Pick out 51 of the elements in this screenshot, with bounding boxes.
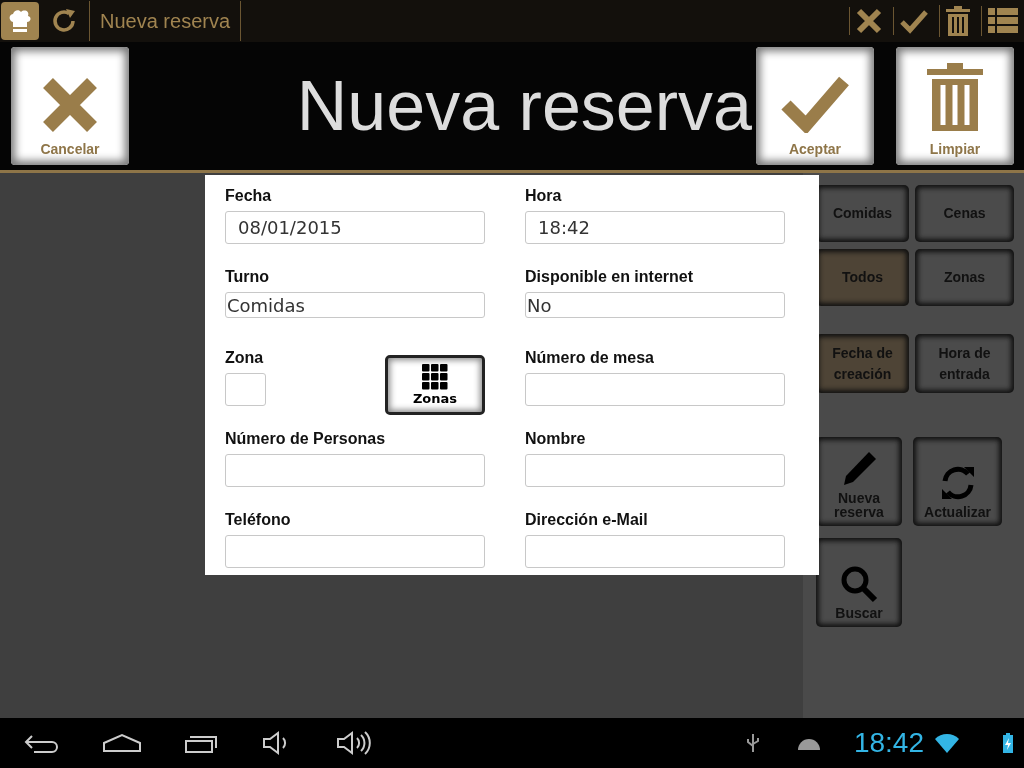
input-field[interactable]: [225, 535, 485, 568]
header-button[interactable]: Cancelar: [11, 47, 129, 165]
usb-icon: [745, 732, 760, 754]
close-icon[interactable]: [849, 7, 883, 35]
filter-button[interactable]: Comidas: [816, 185, 909, 242]
battery-icon: [1002, 732, 1014, 754]
x-icon: [42, 77, 98, 133]
clock-time: 18:42: [853, 727, 924, 759]
filter-button[interactable]: Zonas: [915, 249, 1014, 306]
header-button[interactable]: Aceptar: [756, 47, 874, 165]
field-label: Número de Personas: [225, 430, 387, 448]
field-label: Teléfono: [225, 511, 292, 529]
chef-hat-icon[interactable]: [1, 2, 39, 40]
search-icon: [839, 564, 879, 605]
list-icon[interactable]: [981, 6, 1019, 36]
grid-icon: [422, 364, 448, 390]
sort-button[interactable]: Hora de entrada: [915, 334, 1014, 393]
wifi-icon: [934, 732, 960, 754]
action-button[interactable]: Actualizar: [913, 437, 1002, 526]
input-field[interactable]: [525, 454, 785, 487]
trash-icon[interactable]: [939, 5, 971, 37]
field-label: Hora: [525, 187, 563, 205]
field-label: Fecha: [225, 187, 273, 205]
field-label: Zona: [225, 349, 265, 367]
check-icon[interactable]: [893, 7, 929, 35]
action-button[interactable]: Nueva reserva: [816, 437, 902, 526]
home-icon[interactable]: [102, 732, 142, 754]
field-label: Turno: [225, 268, 271, 286]
action-bar-title: Nueva reserva: [89, 1, 242, 41]
input-field[interactable]: 08/01/2015: [225, 211, 485, 244]
sort-button[interactable]: Fecha de creación: [816, 334, 909, 393]
dropdown-field[interactable]: No: [525, 292, 785, 318]
input-field[interactable]: [225, 373, 266, 406]
zones-button[interactable]: Zonas: [385, 355, 485, 415]
back-icon[interactable]: [24, 732, 60, 754]
page-title: Nueva reserva: [295, 66, 753, 146]
input-field[interactable]: 18:42: [525, 211, 785, 244]
field-label: Número de mesa: [525, 349, 655, 367]
volume-up-icon[interactable]: [336, 730, 372, 756]
action-button[interactable]: Buscar: [816, 538, 902, 627]
trash-icon: [925, 61, 985, 133]
field-label: Disponible en internet: [525, 268, 694, 286]
input-field[interactable]: [525, 535, 785, 568]
field-label: Dirección e-Mail: [525, 511, 649, 529]
field-label: Nombre: [525, 430, 587, 448]
header-button[interactable]: Limpiar: [896, 47, 1014, 165]
input-field[interactable]: [525, 373, 785, 406]
filter-button[interactable]: Todos: [816, 249, 909, 306]
dropdown-field[interactable]: Comidas: [225, 292, 485, 318]
filter-button[interactable]: Cenas: [915, 185, 1014, 242]
input-field[interactable]: [225, 454, 485, 487]
